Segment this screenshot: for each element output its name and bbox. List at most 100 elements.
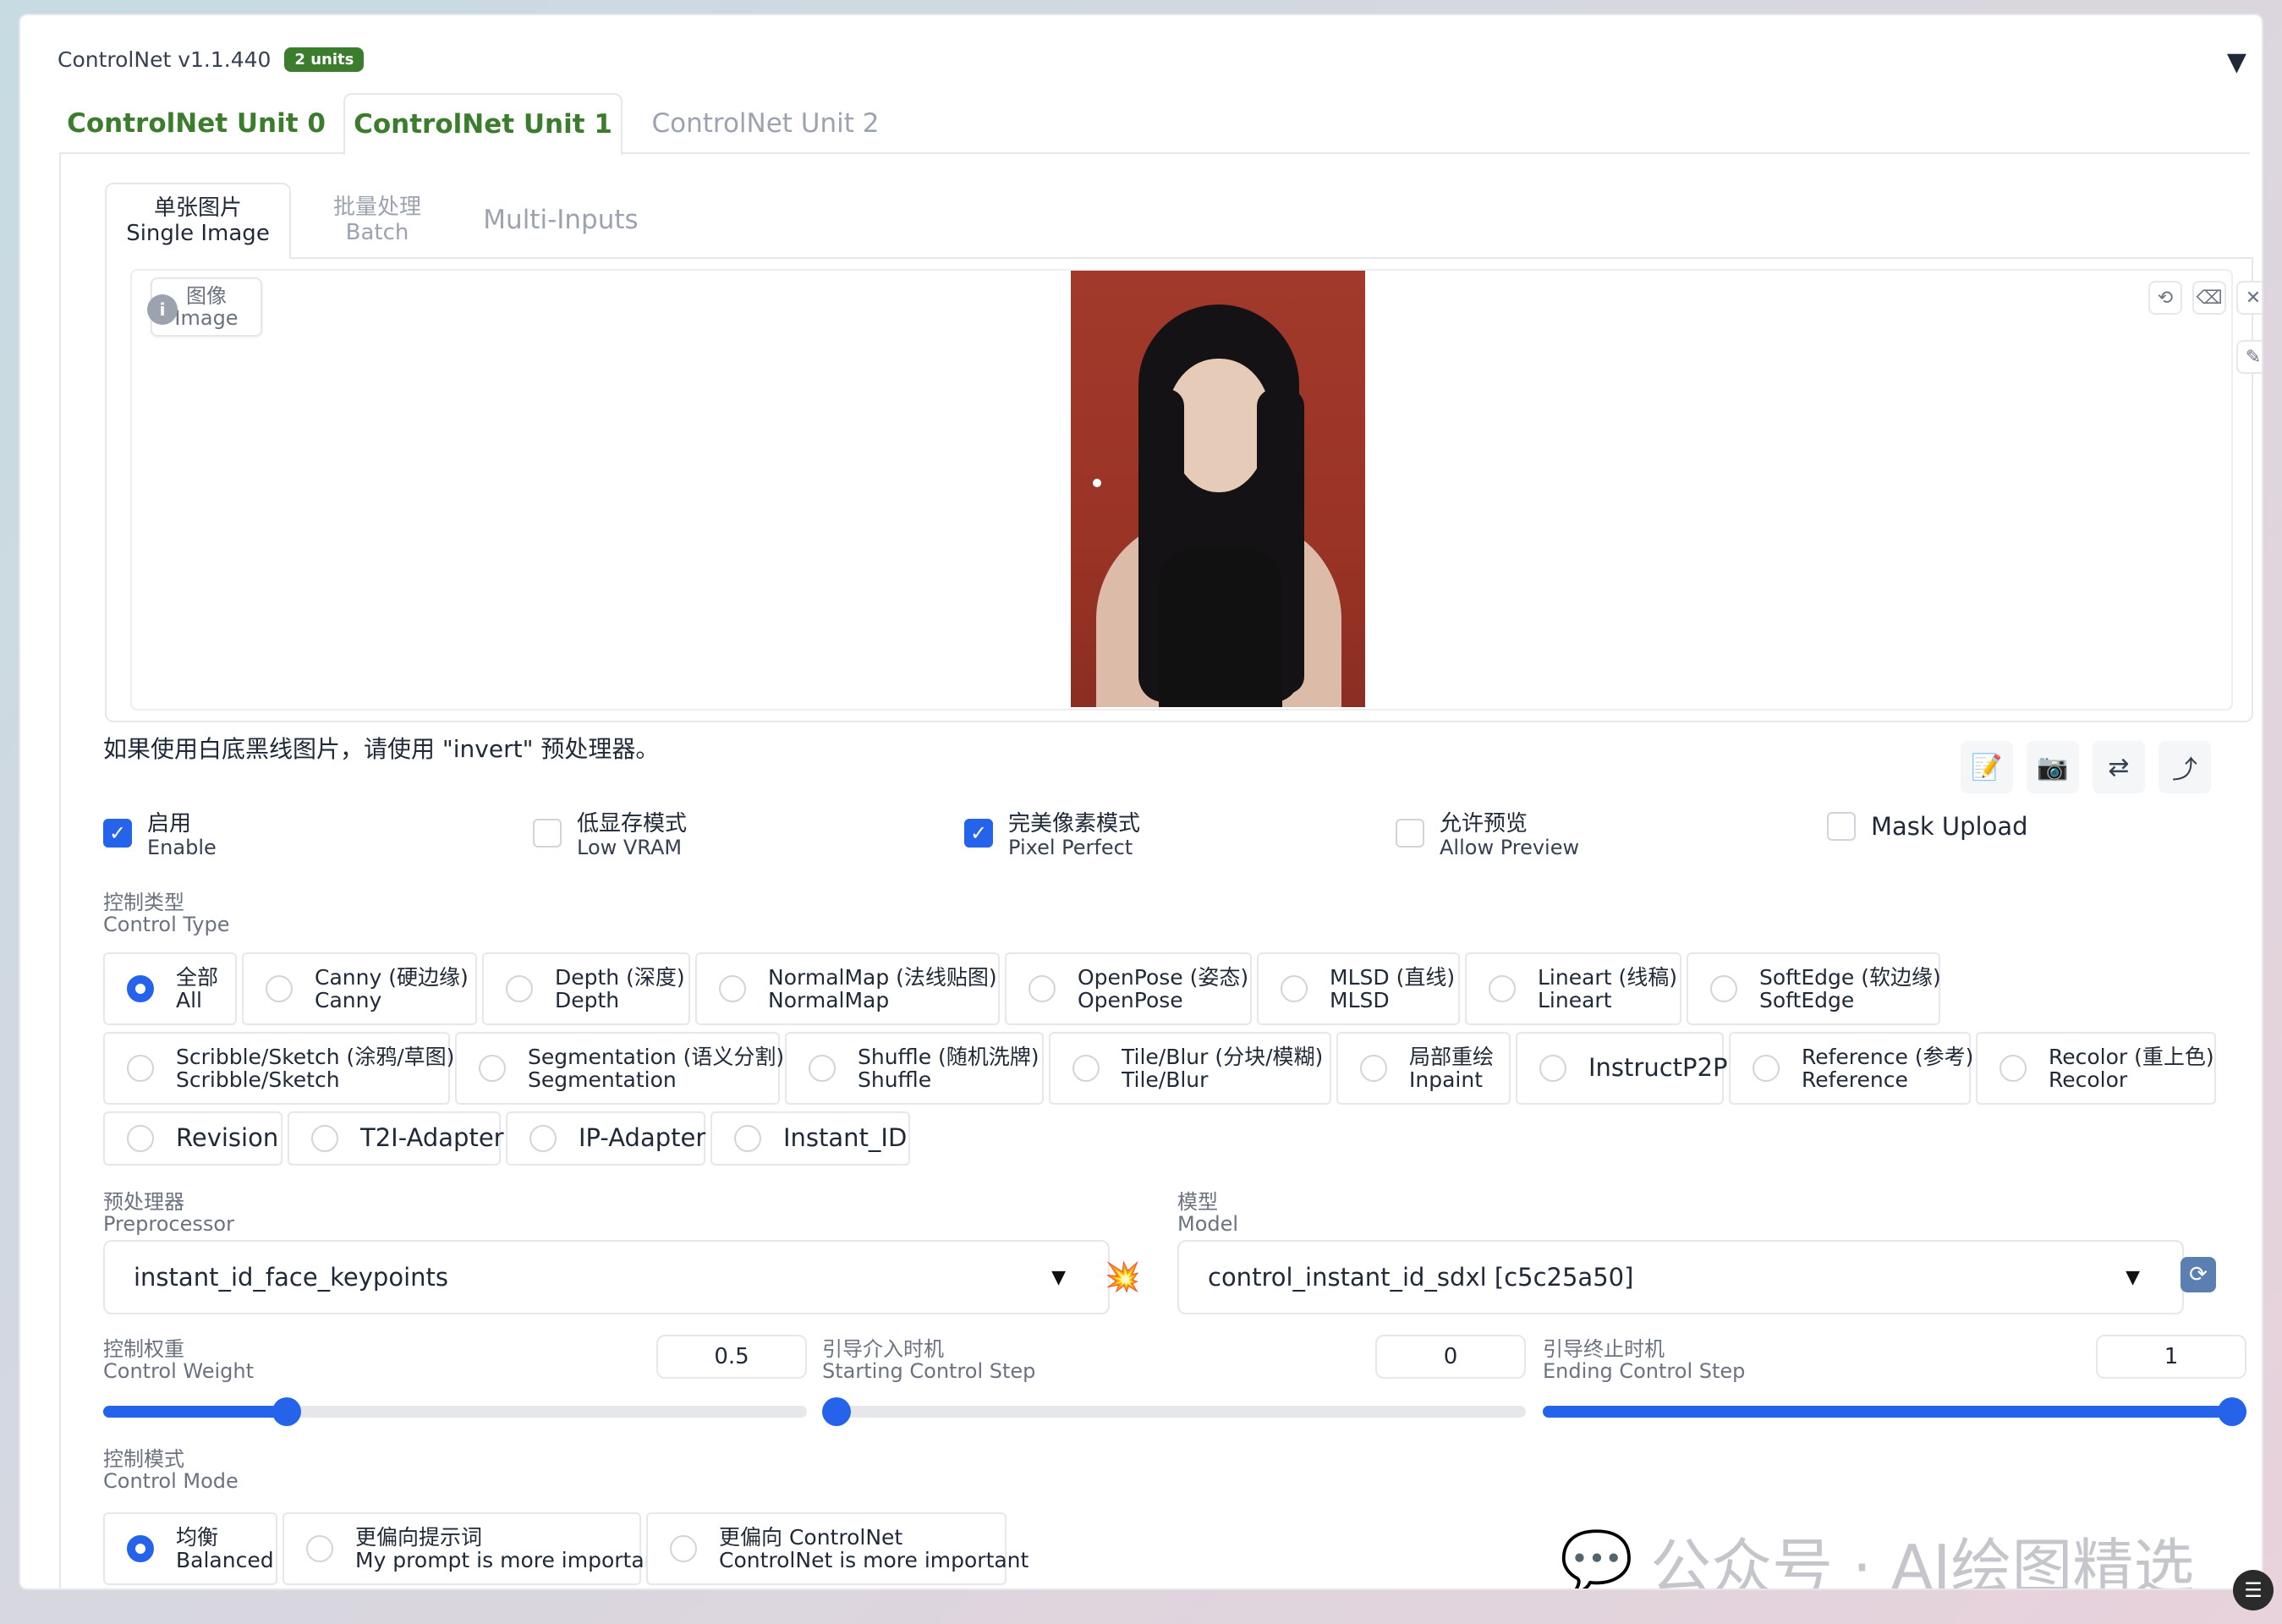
radio-label: 更偏向 ControlNet ControlNet is more importa…: [719, 1525, 1029, 1572]
units-badge: 2 units: [284, 47, 365, 72]
radio-segmentation[interactable]: Segmentation (语义分割) Segmentation: [455, 1032, 784, 1105]
checkbox-mask-upload[interactable]: Mask Upload: [1827, 812, 2028, 841]
refresh-icon[interactable]: ⟳: [2181, 1257, 2216, 1292]
undo-icon[interactable]: ⟲: [2148, 281, 2182, 315]
mask-upload-label: Mask Upload: [1871, 812, 2028, 841]
radio-label: SoftEdge (软边缘) SoftEdge: [1759, 965, 1941, 1012]
start-slider[interactable]: [822, 1397, 1526, 1426]
checkbox-allow-preview[interactable]: 允许预览 Allow Preview: [1396, 812, 1579, 859]
radio-revision[interactable]: Revision: [103, 1111, 283, 1166]
radio-tile-blur[interactable]: Tile/Blur (分块/模糊) Tile/Blur: [1049, 1032, 1331, 1105]
allow-preview-cn: 允许预览: [1440, 811, 1528, 837]
start-cn: 引导介入时机: [822, 1337, 944, 1361]
checkbox-low-vram[interactable]: 低显存模式 Low VRAM: [533, 812, 687, 859]
radio-canny[interactable]: Canny (硬边缘) Canny: [242, 952, 477, 1025]
checkbox-pixel-perfect[interactable]: ✓ 完美像素模式 Pixel Perfect: [964, 812, 1140, 859]
control-type-cn: 控制类型: [103, 891, 184, 914]
tab-unit-0[interactable]: ControlNet Unit 0: [61, 93, 332, 154]
cursor-dot: [1093, 479, 1101, 487]
checkbox-enable-box[interactable]: ✓: [103, 819, 132, 848]
tab-batch-cn: 批量处理: [332, 195, 421, 221]
radio-dot: [1753, 1055, 1780, 1082]
eraser-icon[interactable]: ⌫: [2192, 281, 2226, 315]
weight-input[interactable]: 0.5: [656, 1335, 807, 1379]
start-input[interactable]: 0: [1375, 1335, 1526, 1379]
brush-icon[interactable]: ✎: [2236, 340, 2262, 374]
radio-instant-id[interactable]: Instant_ID: [710, 1111, 910, 1166]
end-input[interactable]: 1: [2096, 1335, 2246, 1379]
model-en: Model: [1177, 1212, 1239, 1237]
radio-all[interactable]: 全部 All: [103, 952, 237, 1025]
checkbox-enable[interactable]: ✓ 启用 Enable: [103, 812, 217, 859]
model-label: 模型 Model: [1177, 1191, 1238, 1236]
radio-label: 全部 All: [176, 965, 219, 1012]
start-label: 引导介入时机 Starting Control Step: [822, 1338, 1035, 1383]
checkbox-low-vram-box[interactable]: [533, 819, 562, 848]
tab-unit-2[interactable]: ControlNet Unit 2: [626, 93, 905, 154]
radio-softedge[interactable]: SoftEdge (软边缘) SoftEdge: [1687, 952, 1941, 1025]
radio-openpose[interactable]: OpenPose (姿态) OpenPose: [1005, 952, 1252, 1025]
watermark: 💬 公众号 · AI绘图精选: [1560, 1517, 2195, 1590]
radio-label: 均衡 Balanced: [176, 1525, 274, 1572]
end-slider[interactable]: [1543, 1397, 2246, 1426]
radio-dot: [1489, 975, 1516, 1002]
radio-label: Scribble/Sketch (涂鸦/草图) Scribble/Sketch: [176, 1045, 455, 1092]
weight-slider[interactable]: [103, 1397, 807, 1426]
preprocessor-cn: 预处理器: [103, 1190, 184, 1214]
tab-batch-en: Batch: [345, 220, 409, 245]
radio-dot: [719, 975, 746, 1002]
radio-prompt-important[interactable]: 更偏向提示词 My prompt is more important: [283, 1512, 666, 1585]
edit-icon[interactable]: 📝: [1961, 741, 2013, 793]
image-canvas[interactable]: 图像 Image i ⟲ ⌫ ✕ ✎: [130, 269, 2262, 710]
run-preprocessor-icon[interactable]: 💥: [1105, 1260, 1140, 1294]
model-cn: 模型: [1177, 1190, 1218, 1214]
checkbox-pixel-perfect-box[interactable]: ✓: [964, 819, 993, 848]
radio-normalmap[interactable]: NormalMap (法线贴图) NormalMap: [695, 952, 1000, 1025]
radio-t2i-adapter[interactable]: T2I-Adapter: [288, 1111, 504, 1166]
weight-thumb[interactable]: [272, 1397, 301, 1426]
radio-dot: [1029, 975, 1056, 1002]
radio-instructp2p[interactable]: InstructP2P: [1516, 1032, 1727, 1105]
preprocessor-select[interactable]: instant_id_face_keypoints ▼: [103, 1240, 1110, 1314]
image-label-en: Image: [174, 306, 239, 330]
wechat-icon: 💬: [1560, 1527, 1634, 1590]
radio-lineart[interactable]: Lineart (线稿) Lineart: [1465, 952, 1681, 1025]
close-icon[interactable]: ✕: [2236, 281, 2262, 315]
checkbox-allow-preview-label: 允许预览 Allow Preview: [1440, 812, 1579, 859]
radio-label: Depth (深度) Depth: [555, 965, 685, 1012]
radio-balanced[interactable]: 均衡 Balanced: [103, 1512, 277, 1585]
radio-controlnet-important[interactable]: 更偏向 ControlNet ControlNet is more importa…: [646, 1512, 1029, 1585]
radio-inpaint[interactable]: 局部重绘 Inpaint: [1336, 1032, 1511, 1105]
radio-dot: [506, 975, 533, 1002]
camera-icon[interactable]: 📷: [2027, 741, 2079, 793]
triangle-down-icon[interactable]: ▼: [2227, 47, 2246, 77]
tab-batch[interactable]: 批量处理 Batch: [301, 183, 453, 259]
radio-dot: [306, 1535, 333, 1562]
radio-dot: [1281, 975, 1308, 1002]
radio-recolor[interactable]: Recolor (重上色) Recolor: [1976, 1032, 2216, 1105]
radio-shuffle[interactable]: Shuffle (随机洗牌) Shuffle: [785, 1032, 1044, 1105]
radio-depth[interactable]: Depth (深度) Depth: [482, 952, 690, 1025]
end-label: 引导终止时机 Ending Control Step: [1543, 1338, 1745, 1383]
chat-fab-icon[interactable]: ☰: [2233, 1570, 2274, 1610]
checkbox-allow-preview-box[interactable]: [1396, 819, 1424, 848]
radio-label: Lineart (线稿) Lineart: [1538, 965, 1677, 1012]
start-thumb[interactable]: [822, 1397, 851, 1426]
end-thumb[interactable]: [2218, 1397, 2246, 1426]
radio-scribble[interactable]: Scribble/Sketch (涂鸦/草图) Scribble/Sketch: [103, 1032, 454, 1105]
radio-label: T2I-Adapter: [360, 1123, 504, 1153]
model-select[interactable]: control_instant_id_sdxl [c5c25a50] ▼: [1177, 1240, 2184, 1314]
tab-unit-1[interactable]: ControlNet Unit 1: [343, 93, 623, 156]
swap-icon[interactable]: ⇄: [2093, 741, 2145, 793]
tab-multi-inputs[interactable]: Multi-Inputs: [464, 183, 658, 259]
tab-single-image[interactable]: 单张图片 Single Image: [105, 183, 291, 261]
radio-dot: [127, 1055, 154, 1082]
radio-label: Instant_ID: [783, 1123, 908, 1153]
radio-ip-adapter[interactable]: IP-Adapter: [506, 1111, 705, 1166]
tab-single-image-cn: 单张图片: [153, 195, 242, 222]
checkbox-mask-upload-box[interactable]: [1827, 812, 1856, 841]
upload-arrow-icon[interactable]: ⤴: [2159, 741, 2211, 793]
radio-mlsd[interactable]: MLSD (直线) MLSD: [1257, 952, 1460, 1025]
watermark-text: 公众号 · AI绘图精选: [1650, 1532, 2195, 1590]
radio-reference[interactable]: Reference (参考) Reference: [1729, 1032, 1973, 1105]
